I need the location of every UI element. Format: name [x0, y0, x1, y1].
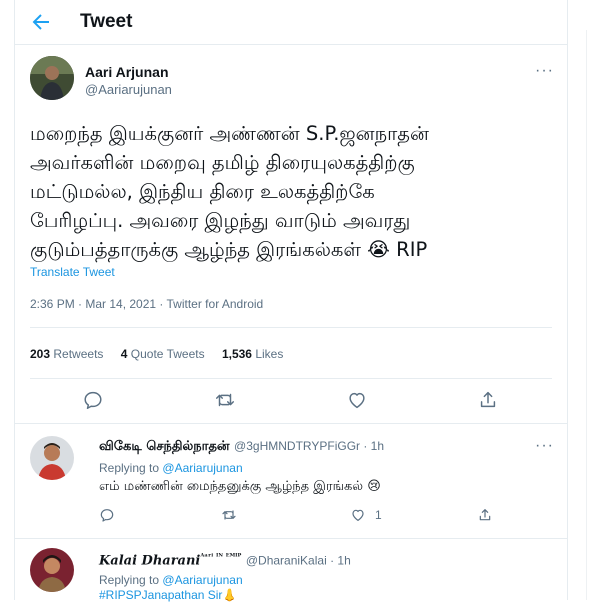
retweets-stat[interactable]: 203 Retweets	[30, 347, 103, 361]
divider	[15, 423, 567, 424]
author-name[interactable]: Aari Arjunan	[85, 64, 169, 80]
reply-more-button[interactable]: ···	[535, 437, 554, 455]
mention-link[interactable]: @Aariarujunan	[162, 461, 242, 475]
author-avatar[interactable]	[30, 56, 74, 100]
divider	[30, 327, 552, 328]
tweet-text-line: குடும்பத்தாருக்கு ஆழ்ந்த இரங்கல்கள் 😭 RI…	[30, 238, 428, 261]
reply-avatar[interactable]	[30, 436, 74, 480]
reply-author-name[interactable]: விகேடி செந்தில்நாதன்	[99, 439, 230, 454]
translate-tweet-link[interactable]: Translate Tweet	[30, 265, 115, 279]
share-button[interactable]	[477, 389, 499, 411]
reply-author[interactable]: விகேடி செந்தில்நாதன் @3gHMNDTRYPFiGGr · …	[99, 439, 384, 455]
reply-button[interactable]	[82, 389, 104, 411]
page-title: Tweet	[80, 11, 133, 32]
heart-icon	[352, 509, 364, 521]
more-options-button[interactable]: ···	[535, 62, 554, 80]
divider	[586, 30, 587, 600]
reply-avatar[interactable]	[30, 548, 74, 592]
tweet-column: Tweet Aari Arjunan @Aariarujunan ··· மறை…	[14, 0, 568, 602]
tweet-text-line: பேரிழப்பு. அவரை இழந்து வாடும் அவரது	[30, 209, 411, 232]
retweet-icon	[222, 510, 236, 520]
heart-icon	[349, 392, 365, 409]
tweet-text-line: மட்டுமல்ல, இந்திய திரை உலகத்திற்கே	[30, 180, 375, 203]
mention-link[interactable]: @Aariarujunan	[162, 573, 242, 587]
tweet-text-line: அவர்களின் மறைவு தமிழ் திரையுலகத்திற்கு	[30, 151, 415, 174]
page-header: Tweet	[15, 0, 567, 45]
divider	[15, 538, 567, 539]
reply-handle-time[interactable]: @DharaniKalai · 1h	[246, 553, 351, 567]
like-button[interactable]	[350, 507, 366, 523]
divider	[30, 378, 552, 379]
retweet-icon	[216, 393, 234, 407]
share-button[interactable]	[477, 507, 493, 523]
likes-stat[interactable]: 1,536 Likes	[222, 347, 283, 361]
avatar-image	[30, 548, 74, 592]
reply-author-suffix: ᴬᵃʳⁱ ᴵᴺ ᴱᴹᴵᴾ	[200, 551, 242, 561]
tweet-stats: 203 Retweets 4 Quote Tweets 1,536 Likes	[30, 347, 297, 361]
avatar-image	[30, 436, 74, 480]
reply-author[interactable]: Kalai Dharaniᴬᵃʳⁱ ᴵᴺ ᴱᴹᴵᴾ @DharaniKalai …	[99, 551, 351, 568]
like-count: 1	[375, 508, 382, 522]
share-icon	[479, 509, 491, 521]
retweet-button[interactable]	[214, 389, 236, 411]
like-button[interactable]	[346, 389, 368, 411]
share-icon	[480, 391, 496, 408]
tweet-text-line: மறைந்த இயக்குனர் அண்ணன் S.P.ஜனநாதன்	[30, 122, 429, 145]
reply-handle-time[interactable]: @3gHMNDTRYPFiGGr · 1h	[234, 439, 384, 453]
reply-icon	[100, 509, 114, 522]
reply-text: எம் மண்ணின் மைந்தனுக்கு ஆழ்ந்த இரங்கல் 😢	[99, 479, 381, 494]
tweet-timestamp[interactable]: 2:36 PM · Mar 14, 2021 · Twitter for And…	[30, 297, 263, 311]
replying-to: Replying to @Aariarujunan	[99, 573, 243, 587]
avatar-image	[30, 56, 74, 100]
tweet-text: மறைந்த இயக்குனர் அண்ணன் S.P.ஜனநாதன் அவர்…	[30, 119, 555, 264]
reply-button[interactable]	[99, 507, 115, 523]
reply-icon	[84, 391, 102, 409]
right-sidebar	[568, 0, 600, 600]
reply-author-name[interactable]: Kalai Dharani	[99, 553, 200, 568]
retweet-button[interactable]	[221, 507, 237, 523]
quote-tweets-stat[interactable]: 4 Quote Tweets	[121, 347, 205, 361]
author-handle[interactable]: @Aariarujunan	[85, 82, 172, 97]
arrow-left-icon	[32, 14, 49, 30]
back-button[interactable]	[29, 10, 55, 34]
replying-to: Replying to @Aariarujunan	[99, 461, 243, 475]
